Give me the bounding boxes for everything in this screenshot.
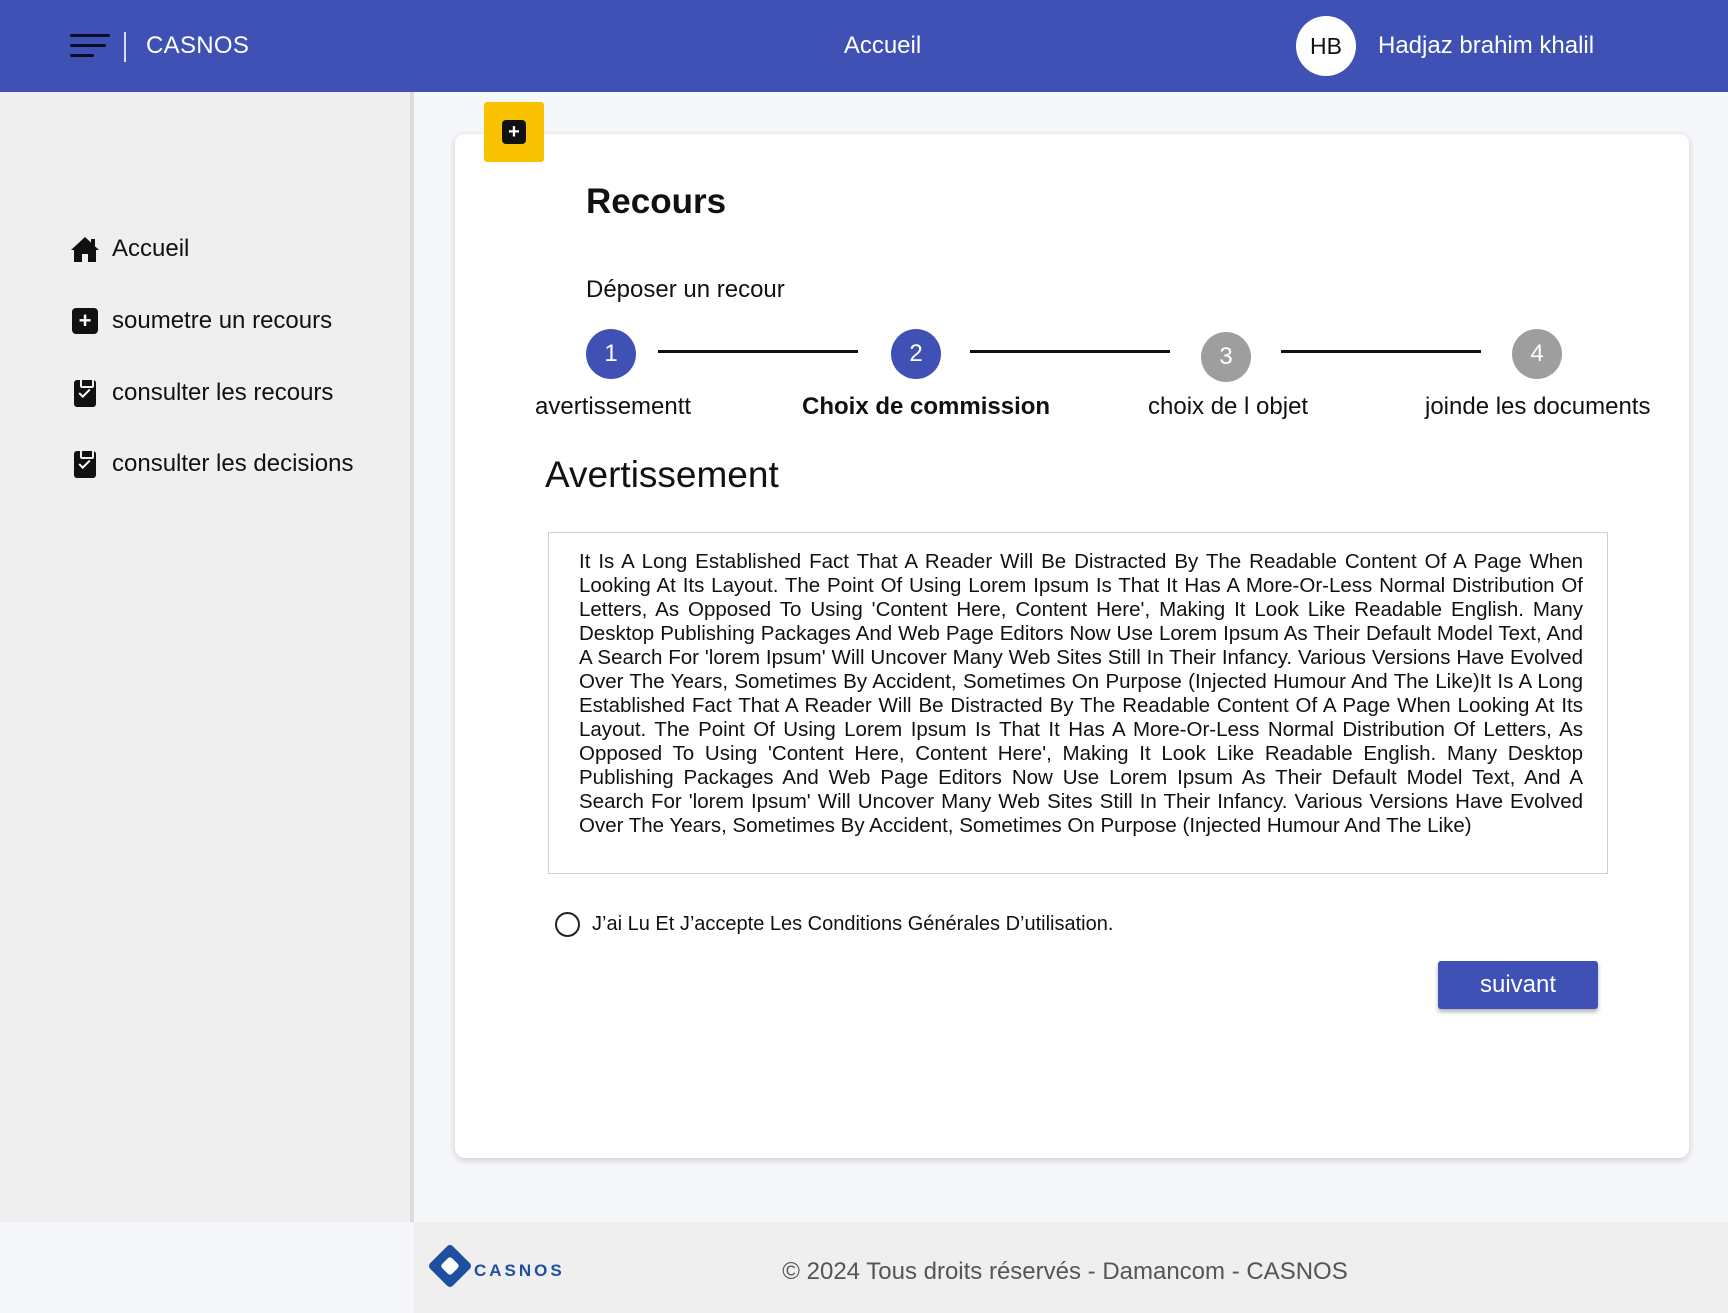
- step-3-indicator[interactable]: 3: [1201, 332, 1251, 382]
- next-button[interactable]: suivant: [1438, 961, 1598, 1009]
- avatar[interactable]: HB: [1296, 16, 1356, 76]
- footer: CASNOS © 2024 Tous droits réservés - Dam…: [414, 1222, 1728, 1313]
- recours-card: Recours Déposer un recour 1 2 3 4 averti…: [455, 134, 1689, 1158]
- plus-square-icon: +: [502, 120, 526, 144]
- step-3-label: choix de l objet: [1148, 393, 1309, 420]
- section-title: Avertissement: [545, 454, 779, 495]
- step-connector: [1281, 350, 1481, 353]
- step-connector: [970, 350, 1170, 353]
- sidebar-item-label: Accueil: [112, 235, 190, 262]
- step-4-indicator[interactable]: 4: [1512, 329, 1562, 379]
- accept-terms-label: J’ai Lu Et J’accepte Les Conditions Géné…: [592, 913, 1114, 935]
- add-button[interactable]: +: [484, 102, 544, 162]
- home-icon: [70, 234, 100, 264]
- sidebar-item-soumetre[interactable]: + soumetre un recours: [70, 306, 332, 336]
- user-name[interactable]: Hadjaz brahim khalil: [1378, 32, 1594, 60]
- warning-text-box: It Is A Long Established Fact That A Rea…: [548, 532, 1608, 874]
- step-2-label: Choix de commission: [802, 393, 1051, 420]
- copyright: © 2024 Tous droits réservés - Damancom -…: [782, 1258, 1348, 1285]
- accept-terms-radio[interactable]: J’ai Lu Et J’accepte Les Conditions Géné…: [555, 912, 1113, 937]
- step-2-indicator[interactable]: 2: [891, 329, 941, 379]
- radio-button[interactable]: [555, 912, 580, 937]
- top-app-bar: CASNOS Accueil HB Hadjaz brahim khalil: [0, 0, 1728, 92]
- step-connector: [658, 350, 858, 353]
- sidebar-item-label: consulter les decisions: [112, 450, 354, 477]
- plus-square-icon: +: [70, 306, 100, 336]
- card-title: Recours: [586, 182, 727, 221]
- card-subtitle: Déposer un recour: [586, 276, 785, 303]
- step-4-label: joinde les documents: [1425, 393, 1651, 420]
- sidebar-item-accueil[interactable]: Accueil: [70, 234, 189, 264]
- sidebar-item-consulter-decisions[interactable]: consulter les decisions: [70, 448, 354, 479]
- step-1-label: avertissementt: [535, 393, 692, 420]
- step-1-indicator[interactable]: 1: [586, 329, 636, 379]
- sidebar: Accueil + soumetre un recours consulter …: [0, 92, 414, 1222]
- clipboard-check-icon: [70, 377, 100, 408]
- sidebar-item-label: soumetre un recours: [112, 307, 333, 334]
- sidebar-item-label: consulter les recours: [112, 379, 334, 406]
- clipboard-check-icon: [70, 448, 100, 479]
- sidebar-item-consulter-recours[interactable]: consulter les recours: [70, 377, 334, 408]
